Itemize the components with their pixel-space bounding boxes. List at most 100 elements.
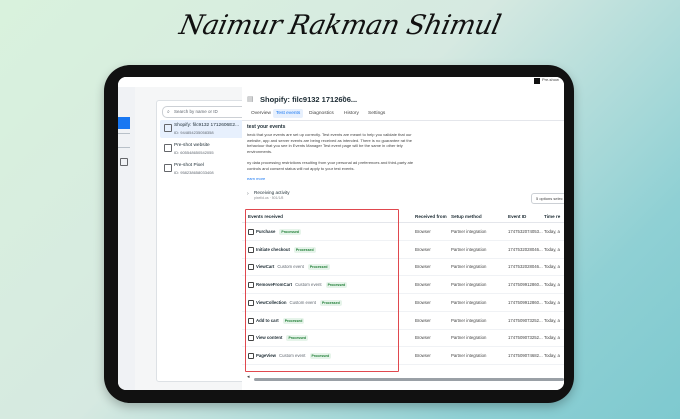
col-setup-method: Setup method [451,214,482,219]
search-placeholder: Search by name or ID [174,109,218,114]
activity-icon: › [247,191,249,197]
col-events: Events received [248,214,283,219]
section-title: test your events [247,124,286,130]
event-name: RemoveFromCart Custom event Processed [256,282,348,289]
search-input[interactable]: ⌕ Search by name or ID [162,106,248,118]
event-name: Initiate checkout Processed [256,246,316,253]
event-icon [248,246,254,253]
dataset-id: ID: 605548650542055 [174,150,214,155]
dataset-list: ⌕ Search by name or ID Shopify: filc9132… [156,100,254,382]
nav-divider [118,147,130,148]
event-id-cell: 1747509912860... [508,299,543,305]
table-header: Events received Received from Setup meth… [242,210,564,223]
processed-badge: Processed [293,246,316,253]
setup-method-cell: Partner integration [451,246,487,252]
event-name: Purchase Processed [256,229,302,235]
setup-method-cell: Partner integration [451,335,487,341]
processed-badge: Processed [309,352,332,359]
tab-test-events[interactable]: Test events [273,109,304,118]
custom-event-label: Custom event [278,352,306,358]
time-cell: Today, a [544,317,560,323]
events-table: Events received Received from Setup meth… [242,210,564,370]
received-from-cell: Browser [415,335,431,341]
event-name-text: RemoveFromCart [256,282,293,288]
event-name: ViewCollection Custom event Processed [256,299,342,306]
table-row[interactable]: RemoveFromCart Custom event Processed Brows… [242,276,564,295]
table-row[interactable]: ViewCart Custom event Processed Browser Part… [242,258,564,277]
event-name-text: ViewCart [256,264,275,270]
dataset-item[interactable]: Shopify: filc9132 1712606E2... ID: 94485… [160,120,248,138]
tab-overview[interactable]: Overview [248,109,274,118]
setup-method-cell: Partner integration [451,229,487,234]
event-name-text: View content [256,335,283,341]
options-select[interactable]: 5 options selec [531,193,564,204]
tab-history[interactable]: History [341,109,362,118]
event-id-cell: 1747509912860... [508,282,543,288]
table-row[interactable]: Purchase Processed Browser Partner integrat… [242,223,564,241]
received-from-cell: Browser [415,229,431,234]
custom-event-label: Custom event [277,264,304,270]
received-from-cell: Browser [415,352,431,358]
event-id-cell: 1747509073252... [508,317,543,323]
time-cell: Today, a [544,246,560,252]
custom-event-label: Custom event [295,282,322,288]
main-panel: ▤ Shopify: filc9132 1712606... ✎ Overvie… [242,87,564,390]
table-row[interactable]: Initiate checkout Processed Browser Partner… [242,241,564,259]
top-strip: Pre-show [118,77,564,87]
event-name-text: ViewCollection [256,299,287,305]
description-text: heck that your events are set up correct… [247,132,412,154]
website-icon [164,144,172,152]
processed-badge: Processed [307,264,330,271]
event-icon [248,335,254,342]
edit-icon[interactable]: ✎ [342,95,347,102]
event-name: Add to cart Processed [256,317,305,324]
dataset-id: ID: 958238658033408 [174,170,214,175]
processed-badge: Processed [286,335,309,342]
tab-diagnostics[interactable]: Diagnostics [306,109,337,118]
scroll-left-icon[interactable]: ◂ [247,374,250,380]
event-name-text: Purchase [256,229,276,234]
received-from-cell: Browser [415,282,431,288]
event-icon [248,352,254,359]
settings-icon[interactable] [120,158,128,166]
table-row[interactable]: Add to cart Processed Browser Partner integ… [242,312,564,330]
received-from-cell: Browser [415,264,431,270]
event-id-cell: 1747532028046... [508,264,543,270]
learn-more-link[interactable]: earn more [247,176,265,181]
event-name-text: Initiate checkout [256,246,290,252]
receiving-sub: pixelid.us · 501/1/8 [254,196,284,200]
dataset-item[interactable]: Pre-shot website ID: 605548650542055 [160,140,248,158]
col-received-from: Received from [415,214,447,219]
processed-badge: Processed [282,317,305,324]
event-name-text: Add to cart [256,317,279,323]
app-icon [534,78,540,84]
table-row[interactable]: View content Processed Browser Partner inte… [242,329,564,348]
event-name-text: PageView [256,352,276,358]
col-time: Time re [544,214,561,219]
table-row[interactable]: ViewCollection Custom event Processed Brows… [242,294,564,312]
event-name: ViewCart Custom event Processed [256,264,330,271]
received-from-cell: Browser [415,246,431,252]
nav-item-active[interactable] [118,117,130,129]
scroll-thumb[interactable] [254,378,564,381]
dataset-panel: ⌕ Search by name or ID Shopify: filc9132… [135,87,254,390]
nav-divider [118,133,130,134]
event-icon [248,299,254,306]
tab-settings[interactable]: Settings [365,109,388,118]
received-from-cell: Browser [415,317,431,323]
time-cell: Today, a [544,282,560,288]
horizontal-scrollbar[interactable]: ◂ [242,374,564,382]
custom-event-label: Custom event [289,299,316,305]
dataset-name: Pre-shot website [174,143,210,148]
processed-badge: Processed [320,299,342,306]
setup-method-cell: Partner integration [451,352,487,358]
event-icon [248,282,254,289]
dataset-icon [164,124,172,132]
event-id-cell: 1747509074682... [508,352,543,358]
col-event-id: Event ID [508,214,527,219]
dataset-item[interactable]: Pre-shot Pixel ID: 958238658033408 [160,160,248,178]
dataset-name: Pre-shot Pixel [174,163,204,168]
setup-method-cell: Partner integration [451,282,487,288]
event-name: View content Processed [256,335,309,342]
table-row[interactable]: PageView Custom event Processed Browser Part… [242,347,564,365]
